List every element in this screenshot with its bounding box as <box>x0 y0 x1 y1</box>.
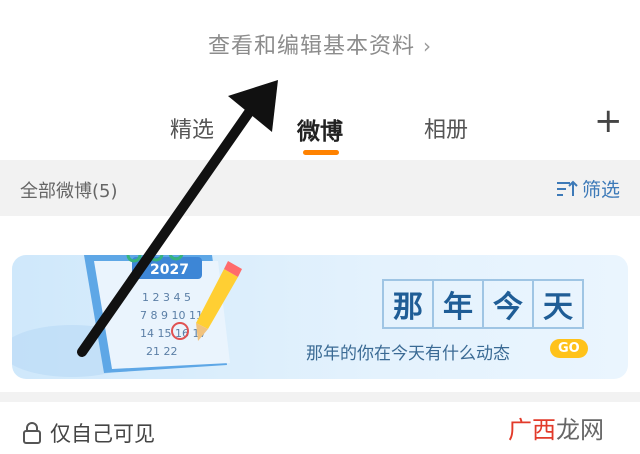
banner-title-char: 那 <box>382 279 434 329</box>
tab-featured[interactable]: 精选 <box>170 112 214 144</box>
svg-text:1 2 3 4 5: 1 2 3 4 5 <box>142 291 191 304</box>
banner-title-char: 年 <box>432 279 484 329</box>
edit-profile-link[interactable]: 查看和编辑基本资料 › <box>0 28 640 60</box>
annotation-arrow <box>77 80 278 357</box>
edit-profile-label: 查看和编辑基本资料 <box>207 34 415 59</box>
tab-album[interactable]: 相册 <box>424 112 468 144</box>
svg-text:21 22: 21 22 <box>146 345 178 358</box>
filter-label: 筛选 <box>581 179 620 201</box>
banner-title-char: 天 <box>532 279 584 329</box>
watermark-part1: 广西 <box>508 416 556 444</box>
banner-title: 那 年 今 天 <box>382 279 584 329</box>
chevron-right-icon: › <box>423 34 432 58</box>
active-tab-indicator <box>303 150 339 155</box>
lock-icon <box>23 422 41 444</box>
add-tab-icon[interactable]: + <box>594 104 623 138</box>
memories-banner[interactable]: 2027 1 2 3 4 5 7 8 9 10 11 14 15 16 17 2… <box>12 255 628 379</box>
calendar-illustration: 2027 1 2 3 4 5 7 8 9 10 11 14 15 16 17 2… <box>12 255 242 377</box>
banner-subtitle: 那年的你在今天有什么动态 <box>306 344 510 364</box>
privacy-setting[interactable]: 仅自己可见 <box>22 418 155 448</box>
filter-button[interactable]: 筛选 <box>556 175 620 202</box>
privacy-label: 仅自己可见 <box>50 422 155 446</box>
go-button[interactable]: GO <box>550 339 588 358</box>
calendar-year: 2027 <box>150 262 189 278</box>
filter-bar: 全部微博(5) 筛选 <box>0 160 640 216</box>
section-divider <box>0 392 640 402</box>
filter-icon <box>556 180 578 196</box>
watermark: 广西龙网 <box>508 410 604 445</box>
banner-title-char: 今 <box>482 279 534 329</box>
watermark-part2: 龙网 <box>556 416 604 444</box>
tab-weibo[interactable]: 微博 <box>297 112 343 146</box>
profile-tabs: 精选 微博 相册 <box>0 112 640 160</box>
svg-text:7 8 9 10 11: 7 8 9 10 11 <box>140 309 203 322</box>
weibo-count-label: 全部微博(5) <box>20 181 118 202</box>
